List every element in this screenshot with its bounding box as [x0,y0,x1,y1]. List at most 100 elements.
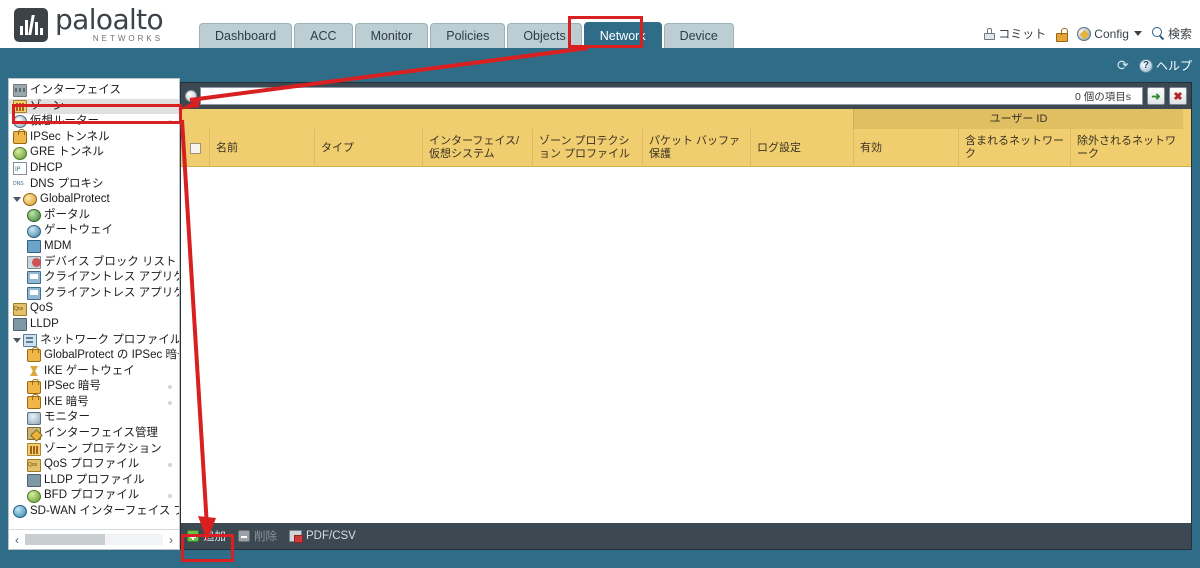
tab-acc[interactable]: ACC [294,23,352,48]
minus-icon [238,530,250,542]
sidebar-item-label: MDM [44,239,71,255]
context-band [0,48,1200,81]
band-actions: ⟳ ? ヘルプ [1117,57,1192,74]
delete-button[interactable]: 削除 [238,528,277,544]
scroll-left-icon[interactable]: ‹ [9,533,25,547]
column-group-userid: ユーザー ID [853,109,1183,129]
sidebar-item-11[interactable]: デバイス ブロック リスト [9,255,179,271]
sidebar-item-14[interactable]: QoS [9,301,179,317]
sidebar-item-12[interactable]: クライアントレス アプリケー [9,270,179,286]
tab-monitor[interactable]: Monitor [355,23,429,48]
scroll-track[interactable] [25,534,163,545]
ipsec-tunnel-icon [13,131,27,144]
column-header-interface_vsys[interactable]: インターフェイス/仮想システム [422,129,532,167]
tab-device[interactable]: Device [664,23,734,48]
refresh-icon[interactable]: ⟳ [1117,59,1131,73]
column-header-log_setting[interactable]: ログ設定 [750,129,853,167]
sidebar-item-label: IPSec 暗号 [44,379,101,395]
sidebar-item-19[interactable]: IPSec 暗号 [9,379,179,395]
sidebar-item-16[interactable]: ネットワーク プロファイル [9,333,179,349]
tab-dashboard[interactable]: Dashboard [199,23,292,48]
interface-icon [13,84,27,97]
sidebar-item-0[interactable]: インターフェイス [9,83,179,99]
column-header-zone_protection_profile[interactable]: ゾーン プロテクション プロファイル [532,129,642,167]
sidebar-item-26[interactable]: BFD プロファイル [9,488,179,504]
sidebar-item-label: LLDP プロファイル [44,473,145,489]
sidebar-item-label: デバイス ブロック リスト [44,255,177,271]
globalprotect-icon [23,193,37,206]
column-header-exclude_networks[interactable]: 除外されるネットワーク [1070,129,1183,167]
help-button[interactable]: ? ヘルプ [1139,57,1192,74]
column-header-label: タイプ [321,142,354,155]
sidebar-item-4[interactable]: GRE トンネル [9,145,179,161]
sidebar-item-label: モニター [44,410,90,426]
sidebar-item-13[interactable]: クライアントレス アプリケー [9,286,179,302]
sidebar-item-label: インターフェイス [30,83,121,99]
sidebar-item-9[interactable]: ゲートウェイ [9,223,179,239]
scroll-right-icon[interactable]: › [163,533,179,547]
sidebar-item-25[interactable]: LLDP プロファイル [9,473,179,489]
sidebar-list: インターフェイスゾーン仮想ルーターIPSec トンネルGRE トンネルDHCPD… [9,83,179,527]
sidebar-item-21[interactable]: モニター [9,410,179,426]
annotation-box-network-tab [568,16,643,48]
sidebar-item-3[interactable]: IPSec トンネル [9,130,179,146]
dhcp-icon [13,162,27,175]
clientless-app-group-icon [27,287,41,300]
sidebar-item-label: GRE トンネル [30,145,104,161]
column-header-userid_enabled[interactable]: 有効 [853,129,958,167]
sidebar-item-20[interactable]: IKE 暗号 [9,395,179,411]
sidebar-item-17[interactable]: GlobalProtect の IPSec 暗号 [9,348,179,364]
question-mark-icon: ? [1139,59,1153,73]
sidebar-item-24[interactable]: QoS プロファイル [9,457,179,473]
item-count-label: 0 個の項目s [1075,88,1135,106]
sidebar-item-8[interactable]: ポータル [9,208,179,224]
sidebar-item-7[interactable]: GlobalProtect [9,192,179,208]
brand-tagline: NETWORKS [55,35,163,43]
sidebar-item-15[interactable]: LLDP [9,317,179,333]
sidebar-item-6[interactable]: DNS プロキシ [9,177,179,193]
sidebar-item-label: ポータル [44,208,90,224]
scroll-thumb[interactable] [25,534,105,545]
sidebar-item-18[interactable]: IKE ゲートウェイ [9,364,179,380]
sidebar-item-27[interactable]: SD-WAN インターフェイス プロ [9,504,179,520]
sidebar-item-22[interactable]: インターフェイス管理 [9,426,179,442]
column-header-label: 名前 [216,142,238,155]
column-header-packet_buffer_protection[interactable]: パケット バッファ保護 [642,129,750,167]
sdwan-interface-profile-icon [13,505,27,518]
sidebar-item-label: DHCP [30,161,63,177]
pdf-icon [289,530,302,542]
expander-triangle-icon[interactable] [13,197,21,202]
column-header-checkbox[interactable] [181,129,209,167]
main-panel: 0 個の項目s ➜ ✖ ユーザー ID 名前 タイプ インターフェイス/仮想システム… [180,82,1192,550]
header-actions: コミット Config 検索 [982,25,1192,42]
mdm-icon [27,240,41,253]
lock-icon [27,349,41,362]
config-menu[interactable]: Config [1077,27,1142,41]
column-header-type[interactable]: タイプ [314,129,422,167]
sidebar-item-10[interactable]: MDM [9,239,179,255]
search-clear-button[interactable]: ✖ [1169,87,1187,105]
column-header-name[interactable]: 名前 [209,129,314,167]
tab-policies[interactable]: Policies [430,23,505,48]
search-label: 検索 [1168,25,1192,42]
monitor-icon [27,412,41,425]
commit-button[interactable]: コミット [982,25,1046,42]
help-label: ヘルプ [1156,57,1192,74]
column-header-include_networks[interactable]: 含まれるネットワーク [958,129,1070,167]
sidebar-horizontal-scrollbar[interactable]: ‹ › [9,529,179,549]
search-go-button[interactable]: ➜ [1147,87,1165,105]
expander-triangle-icon[interactable] [13,338,21,343]
export-pdf-csv-button[interactable]: PDF/CSV [289,530,356,542]
select-all-checkbox[interactable] [190,143,201,154]
table-search-bar: 0 個の項目s ➜ ✖ [181,83,1191,109]
sidebar-item-5[interactable]: DHCP [9,161,179,177]
sidebar-item-label: QoS プロファイル [44,457,139,473]
sidebar-item-label: GlobalProtect の IPSec 暗号 [44,348,179,364]
sidebar-item-23[interactable]: ゾーン プロテクション [9,442,179,458]
column-header-row: 名前 タイプ インターフェイス/仮想システムゾーン プロテクション プロファイルパケ… [181,129,1191,167]
lock-button[interactable] [1056,28,1067,40]
search-button[interactable]: 検索 [1152,25,1192,42]
sidebar-item-label: ネットワーク プロファイル [40,333,179,349]
main-tabs: Dashboard ACC Monitor Policies Objects N… [199,22,736,48]
search-input[interactable] [200,87,1143,105]
